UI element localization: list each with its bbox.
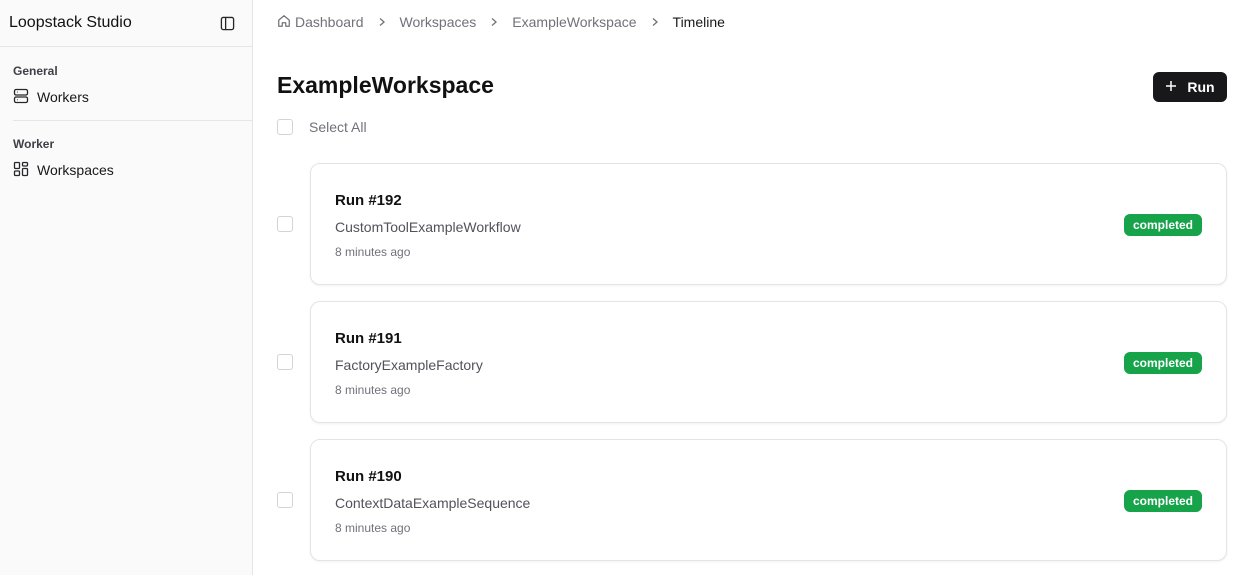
run-title: Run #191: [335, 330, 402, 347]
run-timestamp: 8 minutes ago: [335, 245, 411, 259]
run-timestamp: 8 minutes ago: [335, 383, 411, 397]
page-title: ExampleWorkspace: [277, 72, 494, 98]
breadcrumb-label: ExampleWorkspace: [512, 14, 637, 30]
status-badge: completed: [1123, 214, 1202, 236]
sidebar-item-label: Workers: [37, 89, 89, 105]
status-badge: completed: [1123, 352, 1202, 374]
server-icon: [13, 88, 29, 107]
breadcrumb-label: Workspaces: [399, 14, 477, 30]
run-card[interactable]: Run #190 ContextDataExampleSequence 8 mi…: [310, 439, 1227, 561]
select-all-row: Select All: [277, 119, 367, 135]
run-select-checkbox[interactable]: [277, 216, 293, 232]
breadcrumb-workspaces[interactable]: Workspaces: [400, 14, 477, 30]
runs-list: Run #192 CustomToolExampleWorkflow 8 min…: [277, 163, 1227, 575]
sidebar-item-label: Workspaces: [37, 162, 114, 178]
sidebar-item-workers[interactable]: Workers: [0, 82, 252, 112]
app-title: Loopstack Studio: [9, 14, 132, 31]
run-title: Run #190: [335, 468, 402, 485]
breadcrumb-timeline: Timeline: [673, 14, 725, 30]
breadcrumb-dashboard[interactable]: Dashboard: [277, 14, 364, 31]
list-item: Run #191 FactoryExampleFactory 8 minutes…: [277, 301, 1227, 423]
run-card[interactable]: Run #191 FactoryExampleFactory 8 minutes…: [310, 301, 1227, 423]
sidebar-group-general-label: General: [13, 64, 58, 78]
main-content: Dashboard Workspaces ExampleWorkspace Ti…: [253, 0, 1247, 575]
run-workflow-name: ContextDataExampleSequence: [335, 495, 531, 511]
select-all-checkbox[interactable]: [277, 119, 293, 135]
sidebar-divider: [13, 120, 253, 121]
chevron-right-icon: [377, 17, 387, 27]
run-select-checkbox[interactable]: [277, 492, 293, 508]
list-item: Run #192 CustomToolExampleWorkflow 8 min…: [277, 163, 1227, 285]
chevron-right-icon: [489, 17, 499, 27]
breadcrumb-label: Timeline: [672, 14, 725, 30]
sidebar: Loopstack Studio General Workers Worker: [0, 0, 253, 575]
breadcrumb-example-workspace[interactable]: ExampleWorkspace: [512, 14, 636, 30]
run-button[interactable]: Run: [1153, 72, 1227, 102]
run-select-checkbox[interactable]: [277, 354, 293, 370]
list-item: Run #190 ContextDataExampleSequence 8 mi…: [277, 439, 1227, 561]
sidebar-toggle-icon[interactable]: [219, 15, 235, 31]
run-workflow-name: CustomToolExampleWorkflow: [335, 219, 521, 235]
plus-icon: [1165, 79, 1177, 95]
home-icon: [277, 14, 291, 31]
sidebar-header: Loopstack Studio: [0, 0, 252, 47]
breadcrumb: Dashboard Workspaces ExampleWorkspace Ti…: [277, 12, 725, 32]
sidebar-group-worker-label: Worker: [13, 137, 55, 151]
chevron-right-icon: [650, 17, 660, 27]
run-workflow-name: FactoryExampleFactory: [335, 357, 483, 373]
breadcrumb-label: Dashboard: [295, 14, 364, 30]
sidebar-item-workspaces[interactable]: Workspaces: [0, 155, 252, 185]
run-title: Run #192: [335, 192, 402, 209]
dashboard-grid-icon: [13, 161, 29, 180]
run-button-label: Run: [1187, 79, 1215, 95]
run-timestamp: 8 minutes ago: [335, 521, 411, 535]
run-card[interactable]: Run #192 CustomToolExampleWorkflow 8 min…: [310, 163, 1227, 285]
status-badge: completed: [1123, 490, 1202, 512]
select-all-label: Select All: [309, 119, 367, 135]
